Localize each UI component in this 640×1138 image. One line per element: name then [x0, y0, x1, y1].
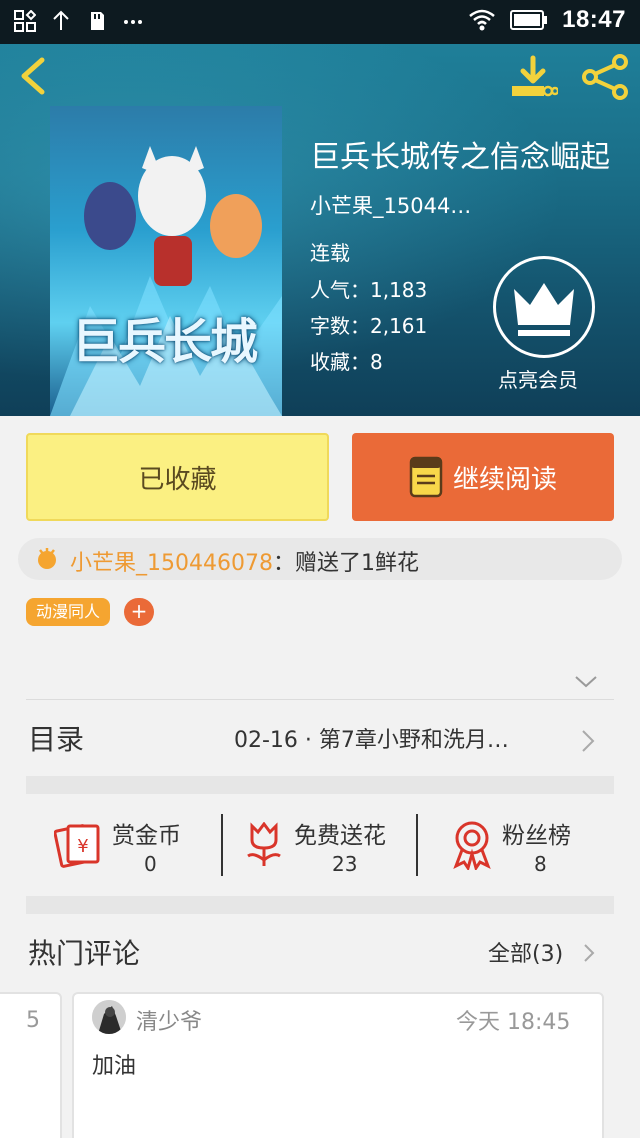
continue-reading-button[interactable]: 继续阅读 — [352, 433, 614, 521]
upload-arrow-icon — [53, 10, 69, 30]
back-arrow-icon[interactable] — [12, 56, 52, 96]
comment-time: 今天 18:45 — [456, 1010, 571, 1035]
comment-text: 加油 — [92, 1054, 137, 1079]
free-flower-label: 免费送花 — [294, 823, 386, 849]
app-grid-icon — [14, 10, 36, 32]
toc-latest-chapter[interactable]: 02-16 · 第7章小野和洗月… — [234, 722, 509, 754]
book-status: 连载 — [310, 241, 350, 265]
avatar[interactable] — [92, 1000, 126, 1034]
tag-chip[interactable]: 动漫同人 — [26, 598, 111, 626]
free-flower-value: 23 — [332, 852, 358, 876]
comment-user[interactable]: 清少爷 — [136, 1004, 202, 1036]
stat-divider — [221, 814, 223, 876]
medal-icon — [453, 821, 491, 870]
reward-coins-value: 0 — [144, 852, 157, 876]
section-divider — [26, 776, 614, 794]
reward-coins-label: 赏金币 — [112, 823, 181, 849]
divider — [26, 699, 614, 700]
add-tag-button[interactable]: + — [124, 598, 154, 626]
chevron-right-icon[interactable] — [580, 728, 596, 754]
download-icon[interactable] — [508, 54, 558, 100]
stat-divider — [416, 814, 418, 876]
word-count-stat: 字数：2,161 — [310, 314, 428, 338]
gift-notice: 小芒果_150446078：赠送了1鲜花 — [18, 538, 622, 580]
gift-message: ：赠送了1鲜花 — [272, 551, 419, 576]
comment-card-previous-text: 5 — [26, 1008, 40, 1033]
book-header: 巨兵长城 巨兵长城传之信念崛起 小芒果_15044… 连载 人气：1,183 字… — [0, 44, 640, 416]
status-time: 18:47 — [562, 6, 626, 33]
battery-icon — [510, 10, 548, 30]
favorited-button[interactable]: 已收藏 — [26, 433, 329, 521]
vip-button[interactable] — [493, 256, 595, 358]
fan-rank-label: 粉丝榜 — [502, 823, 571, 849]
continue-reading-label: 继续阅读 — [452, 464, 557, 495]
more-dots-icon — [124, 20, 142, 24]
sd-card-icon — [91, 12, 104, 30]
chevron-down-icon[interactable] — [573, 672, 599, 692]
section-divider — [26, 896, 614, 914]
user-avatar-icon — [92, 1000, 126, 1034]
reward-coins-cell[interactable]: ¥ 赏金币 0 — [26, 812, 222, 882]
chevron-right-icon[interactable] — [582, 942, 596, 964]
all-comments-link[interactable]: 全部(3) — [488, 936, 563, 968]
share-icon[interactable] — [580, 54, 630, 100]
hot-comments-title: 热门评论 — [28, 937, 141, 970]
svg-text:¥: ¥ — [77, 836, 88, 857]
fan-rank-value: 8 — [534, 852, 547, 876]
book-cover[interactable]: 巨兵长城 — [50, 106, 282, 416]
wifi-icon — [469, 9, 495, 31]
cover-title-text: 巨兵长城 — [72, 314, 258, 370]
book-author[interactable]: 小芒果_15044… — [310, 190, 471, 220]
book-title: 巨兵长城传之信念崛起 — [310, 140, 610, 175]
popularity-stat: 人气：1,183 — [310, 278, 428, 302]
toc-label[interactable]: 目录 — [28, 718, 84, 758]
red-envelope-icon: ¥ — [54, 824, 100, 868]
collections-stat: 收藏：8 — [310, 350, 383, 374]
vip-label: 点亮会员 — [498, 368, 578, 392]
status-bar: 18:47 — [0, 0, 640, 44]
gift-user[interactable]: 小芒果_150446078 — [70, 551, 273, 576]
fan-rank-cell[interactable]: 粉丝榜 8 — [420, 812, 614, 882]
favorited-label: 已收藏 — [138, 464, 217, 495]
crown-icon — [514, 283, 574, 336]
book-icon — [409, 456, 443, 498]
free-flower-cell[interactable]: 免费送花 23 — [224, 812, 418, 882]
flower-gift-icon — [38, 548, 56, 569]
flower-icon — [247, 822, 281, 866]
book-detail-screen: 18:47 巨兵长城 巨兵长城传之信念崛起 小芒果_15044… 连载 人气：1… — [0, 0, 640, 1138]
